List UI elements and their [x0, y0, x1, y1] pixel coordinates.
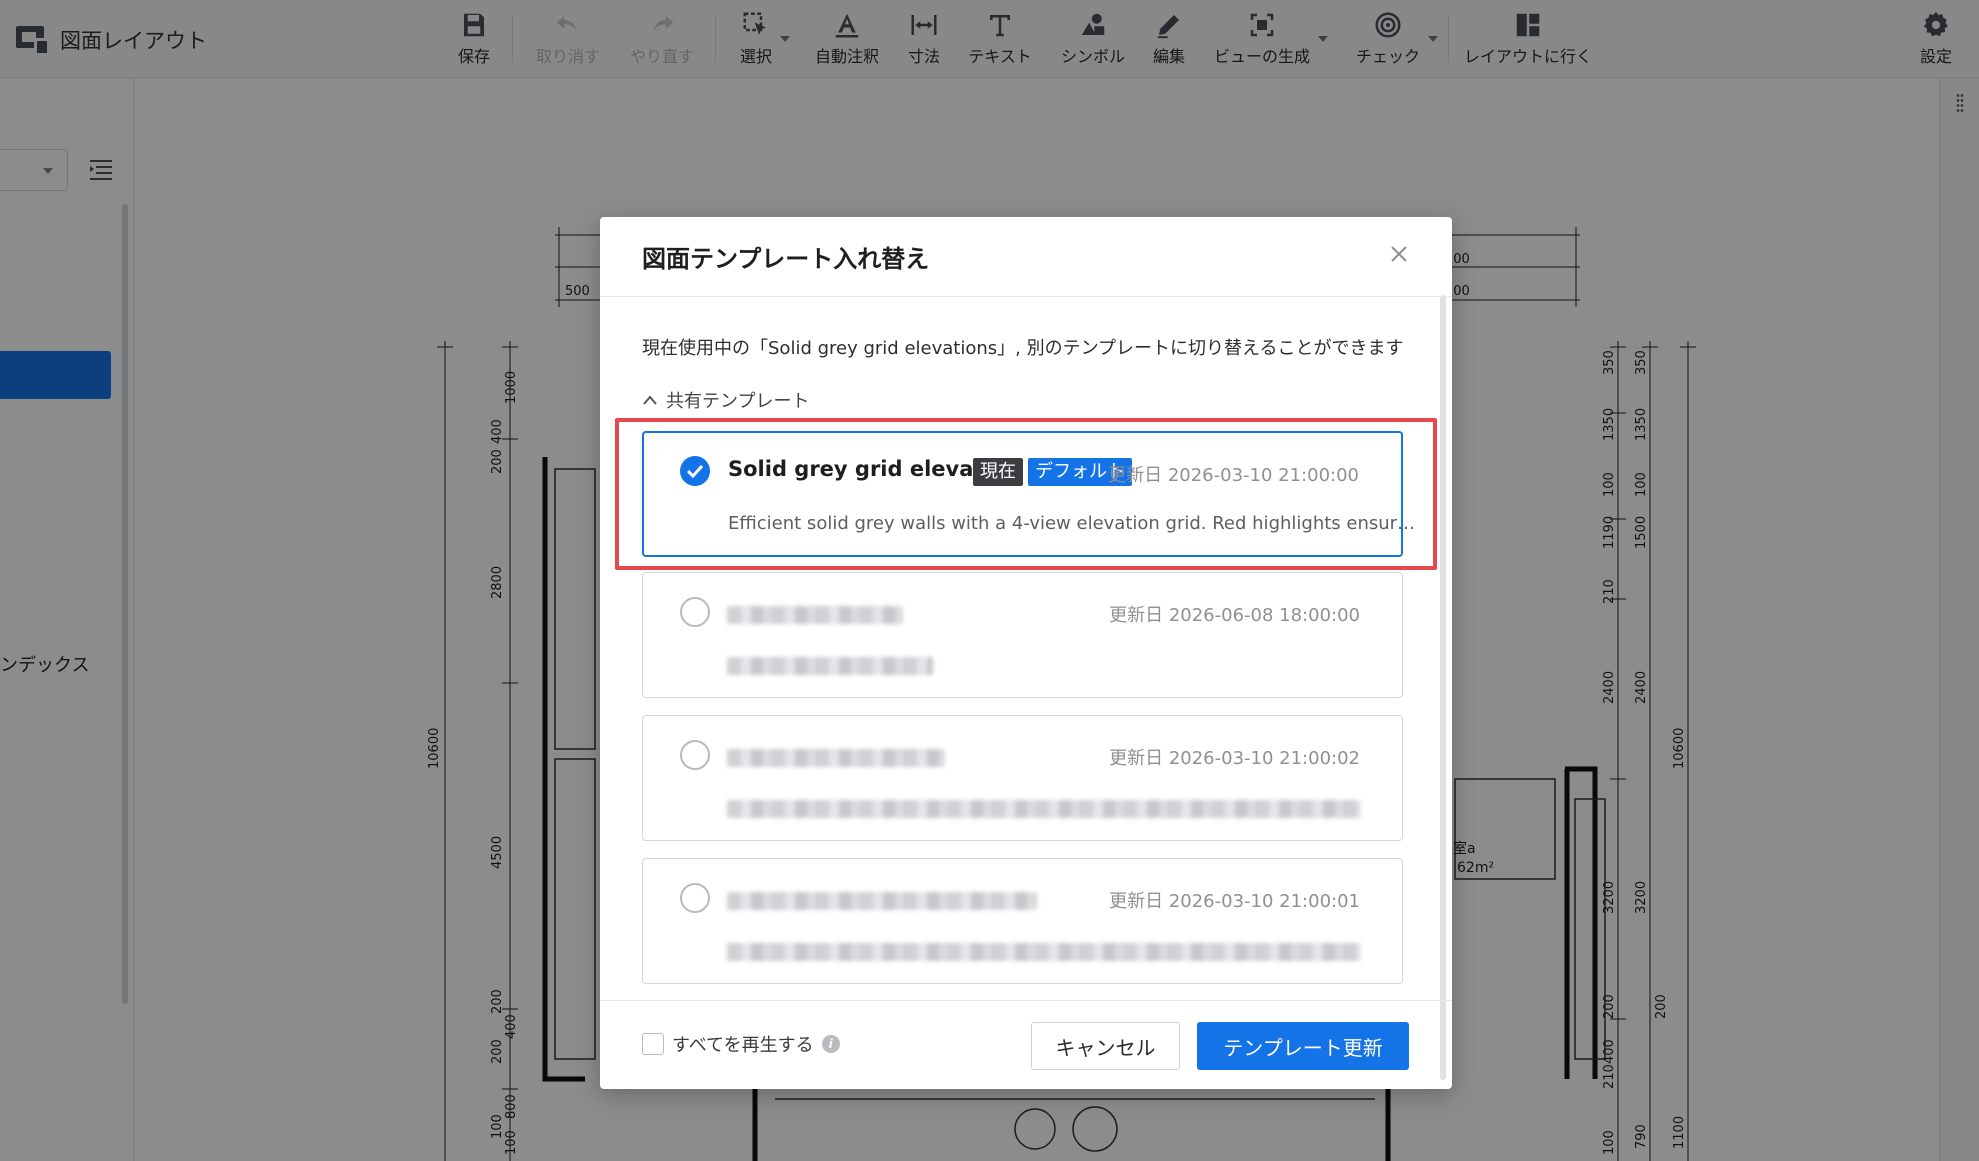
- regenerate-all-option[interactable]: すべてを再生する i: [642, 1031, 840, 1057]
- updated-date: 更新日 2026-03-10 21:00:02: [1109, 748, 1360, 769]
- blurred-template-name: [727, 892, 1037, 910]
- regenerate-all-checkbox[interactable]: [642, 1033, 664, 1055]
- close-icon: [1391, 246, 1407, 262]
- blurred-template-name: [727, 606, 903, 624]
- dialog-description: 現在使用中の「Solid grey grid elevations」, 別のテン…: [642, 338, 1404, 359]
- section-label: 共有テンプレート: [666, 391, 810, 412]
- blurred-template-description: [727, 657, 933, 675]
- cancel-button[interactable]: キャンセル: [1031, 1022, 1180, 1070]
- shared-templates-toggle[interactable]: 共有テンプレート: [642, 387, 809, 413]
- radio-unchecked[interactable]: [680, 740, 710, 770]
- updated-date: 更新日 2026-06-08 18:00:00: [1109, 605, 1360, 626]
- blurred-template-description: [727, 943, 1361, 961]
- blurred-template-name: [727, 749, 945, 767]
- updated-date: 更新日 2026-03-10 21:00:01: [1109, 891, 1360, 912]
- dialog-divider: [600, 1000, 1452, 1001]
- template-card[interactable]: 更新日 2026-03-10 21:00:01: [642, 858, 1403, 984]
- dialog-scrollbar[interactable]: [1440, 295, 1446, 1080]
- chevron-up-icon: [643, 395, 657, 405]
- regenerate-all-label: すべてを再生する: [672, 1035, 814, 1056]
- template-replace-dialog: 図面テンプレート入れ替え 現在使用中の「Solid grey grid elev…: [600, 217, 1452, 1089]
- dialog-title: 図面テンプレート入れ替え: [642, 245, 930, 273]
- dialog-divider: [600, 296, 1452, 297]
- info-icon[interactable]: i: [821, 1035, 840, 1053]
- template-card[interactable]: 更新日 2026-06-08 18:00:00: [642, 572, 1403, 698]
- close-button[interactable]: [1382, 237, 1416, 271]
- radio-unchecked[interactable]: [680, 883, 710, 913]
- highlight-annotation: [615, 418, 1437, 570]
- radio-unchecked[interactable]: [680, 597, 710, 627]
- update-template-button[interactable]: テンプレート更新: [1197, 1022, 1409, 1070]
- blurred-template-description: [727, 800, 1361, 818]
- template-card[interactable]: 更新日 2026-03-10 21:00:02: [642, 715, 1403, 841]
